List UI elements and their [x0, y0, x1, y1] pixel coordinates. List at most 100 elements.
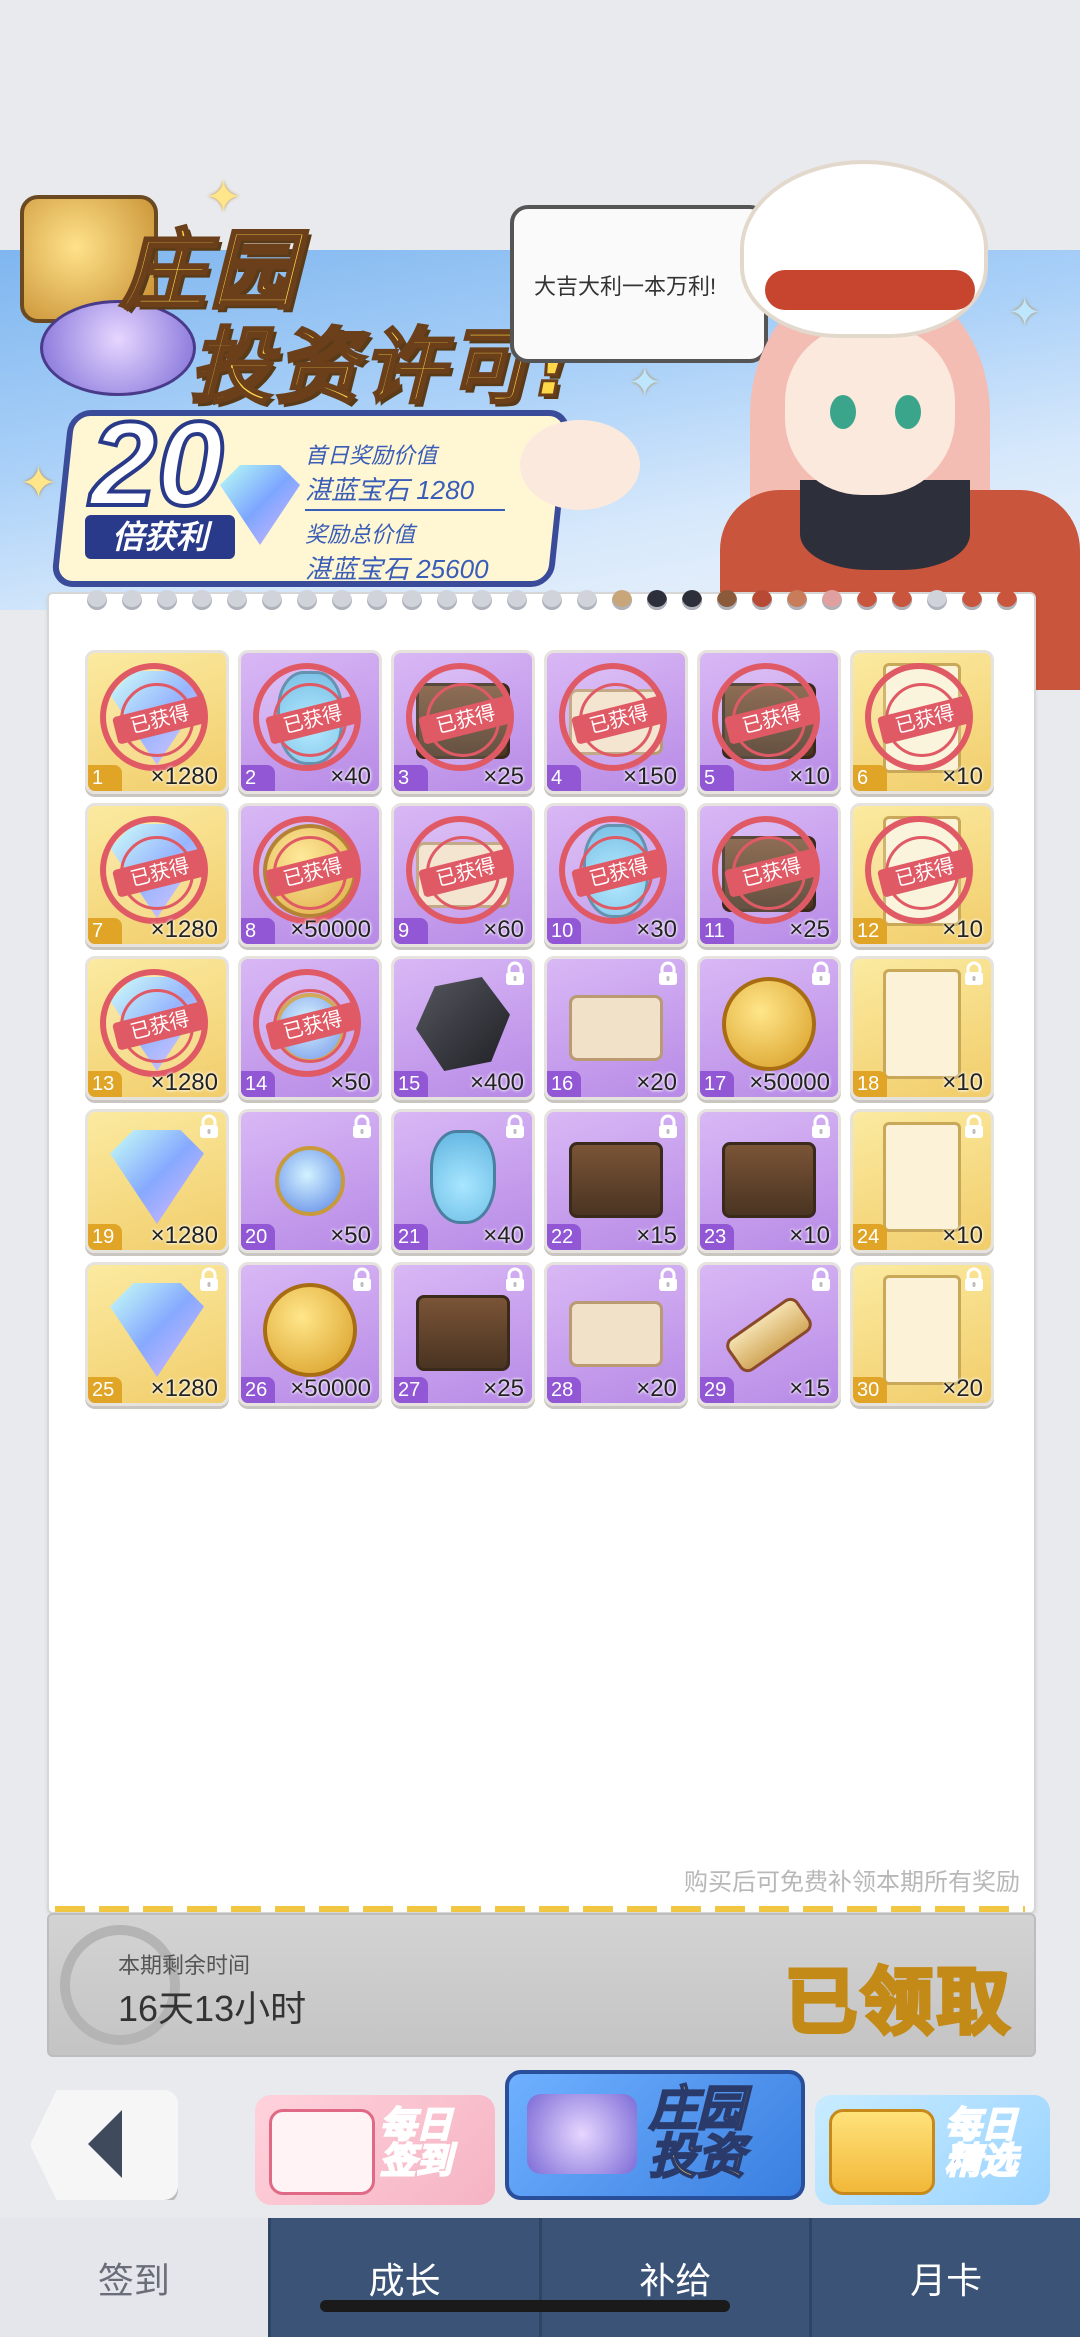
gem-bag-icon [527, 2094, 637, 2174]
item-quantity: ×10 [942, 916, 983, 943]
reward-day-4[interactable]: 已获得 4 ×150 [544, 650, 688, 794]
chest-icon [416, 1295, 510, 1371]
notebook-ring [472, 590, 492, 610]
reward-day-18[interactable]: 18 ×10 [850, 956, 994, 1100]
lock-icon [965, 1267, 983, 1291]
reward-day-30[interactable]: 30 ×20 [850, 1262, 994, 1406]
item-quantity: ×50000 [290, 916, 371, 943]
notebook-ring [542, 590, 562, 610]
notebook-ring [297, 590, 317, 610]
claimed-stamp-icon: 已获得 [253, 663, 362, 771]
reward-day-13[interactable]: 已获得 13 ×1280 [85, 956, 229, 1100]
item-quantity: ×25 [483, 763, 524, 790]
reward-day-11[interactable]: 已获得 11 ×25 [697, 803, 841, 947]
day-number: 21 [394, 1224, 428, 1250]
notebook-ring [892, 590, 912, 610]
daily-pick-label: 每日 精选 [944, 2104, 1018, 2181]
reward-day-20[interactable]: 20 ×50 [238, 1109, 382, 1253]
day-number: 2 [241, 765, 275, 791]
notebook-ring [857, 590, 877, 610]
calendar-icon [269, 2109, 375, 2195]
reward-day-19[interactable]: 19 ×1280 [85, 1109, 229, 1253]
chest-icon [569, 1142, 663, 1218]
notebook-ring [787, 590, 807, 610]
reward-day-28[interactable]: 28 ×20 [544, 1262, 688, 1406]
day-number: 11 [700, 918, 734, 944]
reward-day-26[interactable]: 26 ×50000 [238, 1262, 382, 1406]
reward-day-14[interactable]: 已获得 14 ×50 [238, 956, 382, 1100]
divider [55, 1906, 1025, 1912]
notebook-ring [507, 590, 527, 610]
tab-supply[interactable]: 补给 [538, 2218, 810, 2337]
lock-icon [812, 1267, 830, 1291]
item-quantity: ×50 [330, 1069, 371, 1096]
day-number: 12 [853, 918, 887, 944]
reward-day-24[interactable]: 24 ×10 [850, 1109, 994, 1253]
reward-day-27[interactable]: 27 ×25 [391, 1262, 535, 1406]
reward-day-12[interactable]: 已获得 12 ×10 [850, 803, 994, 947]
reward-day-5[interactable]: 已获得 5 ×10 [697, 650, 841, 794]
reward-day-21[interactable]: 21 ×40 [391, 1109, 535, 1253]
lock-icon [659, 961, 677, 985]
reward-day-29[interactable]: 29 ×15 [697, 1262, 841, 1406]
estate-invest-button[interactable]: 庄园 投资 [505, 2070, 805, 2200]
reward-day-22[interactable]: 22 ×15 [544, 1109, 688, 1253]
reward-day-16[interactable]: 16 ×20 [544, 956, 688, 1100]
ticket-icon [883, 969, 961, 1079]
claimed-stamp-icon: 已获得 [712, 816, 821, 924]
day-number: 13 [88, 1071, 122, 1097]
notebook-ring [577, 590, 597, 610]
timer-value: 16天13小时 [118, 1988, 307, 2029]
item-quantity: ×50 [330, 1222, 371, 1249]
daily-checkin-button[interactable]: 每日 签到 [255, 2095, 495, 2205]
notebook-ring [962, 590, 982, 610]
purchase-hint: 购买后可免费补领本期所有奖励 [684, 1869, 1020, 1896]
notebook-ring [122, 590, 142, 610]
claimed-stamp-icon: 已获得 [865, 816, 974, 924]
reward-value-info: 首日奖励价值 湛蓝宝石 1280 奖励总价值 湛蓝宝石 25600 [305, 438, 505, 586]
reward-day-7[interactable]: 已获得 7 ×1280 [85, 803, 229, 947]
day-number: 7 [88, 918, 122, 944]
notebook-ring [612, 590, 632, 610]
chest-icon [722, 1142, 816, 1218]
box-icon [569, 995, 663, 1061]
day-number: 5 [700, 765, 734, 791]
reward-day-23[interactable]: 23 ×10 [697, 1109, 841, 1253]
tab-growth[interactable]: 成长 [267, 2218, 539, 2337]
reward-day-15[interactable]: 15 ×400 [391, 956, 535, 1100]
character-illustration [520, 160, 1080, 690]
item-quantity: ×1280 [150, 1069, 218, 1096]
reward-day-8[interactable]: 已获得 8 ×50000 [238, 803, 382, 947]
first-day-value: 湛蓝宝石 1280 [305, 475, 475, 505]
reward-day-2[interactable]: 已获得 2 ×40 [238, 650, 382, 794]
lock-icon [659, 1267, 677, 1291]
item-quantity: ×400 [469, 1069, 524, 1096]
claimed-stamp-icon: 已获得 [253, 969, 362, 1077]
reward-day-3[interactable]: 已获得 3 ×25 [391, 650, 535, 794]
claim-status-button[interactable]: 已领取 [783, 1943, 1013, 2048]
item-quantity: ×40 [483, 1222, 524, 1249]
reward-day-6[interactable]: 已获得 6 ×10 [850, 650, 994, 794]
home-indicator[interactable] [320, 2300, 730, 2312]
notebook-ring [822, 590, 842, 610]
reward-day-1[interactable]: 已获得 1 ×1280 [85, 650, 229, 794]
reward-day-25[interactable]: 25 ×1280 [85, 1262, 229, 1406]
tab-monthly-card[interactable]: 月卡 [809, 2218, 1080, 2337]
daily-pick-button[interactable]: 每日 精选 [815, 2095, 1050, 2205]
reward-day-10[interactable]: 已获得 10 ×30 [544, 803, 688, 947]
ticket-icon [883, 1275, 961, 1385]
day-number: 9 [394, 918, 428, 944]
item-quantity: ×150 [622, 763, 677, 790]
claimed-stamp-icon: 已获得 [406, 816, 515, 924]
notebook-ring [682, 590, 702, 610]
tab-checkin[interactable]: 签到 [0, 2218, 268, 2337]
item-quantity: ×15 [636, 1222, 677, 1249]
potion-icon [430, 1130, 496, 1224]
day-number: 23 [700, 1224, 734, 1250]
item-quantity: ×40 [330, 763, 371, 790]
reward-day-17[interactable]: 17 ×50000 [697, 956, 841, 1100]
reward-day-9[interactable]: 已获得 9 ×60 [391, 803, 535, 947]
item-quantity: ×30 [636, 916, 677, 943]
item-quantity: ×20 [636, 1069, 677, 1096]
bottom-nav: 签到 成长 补给 月卡 [0, 2218, 1080, 2337]
